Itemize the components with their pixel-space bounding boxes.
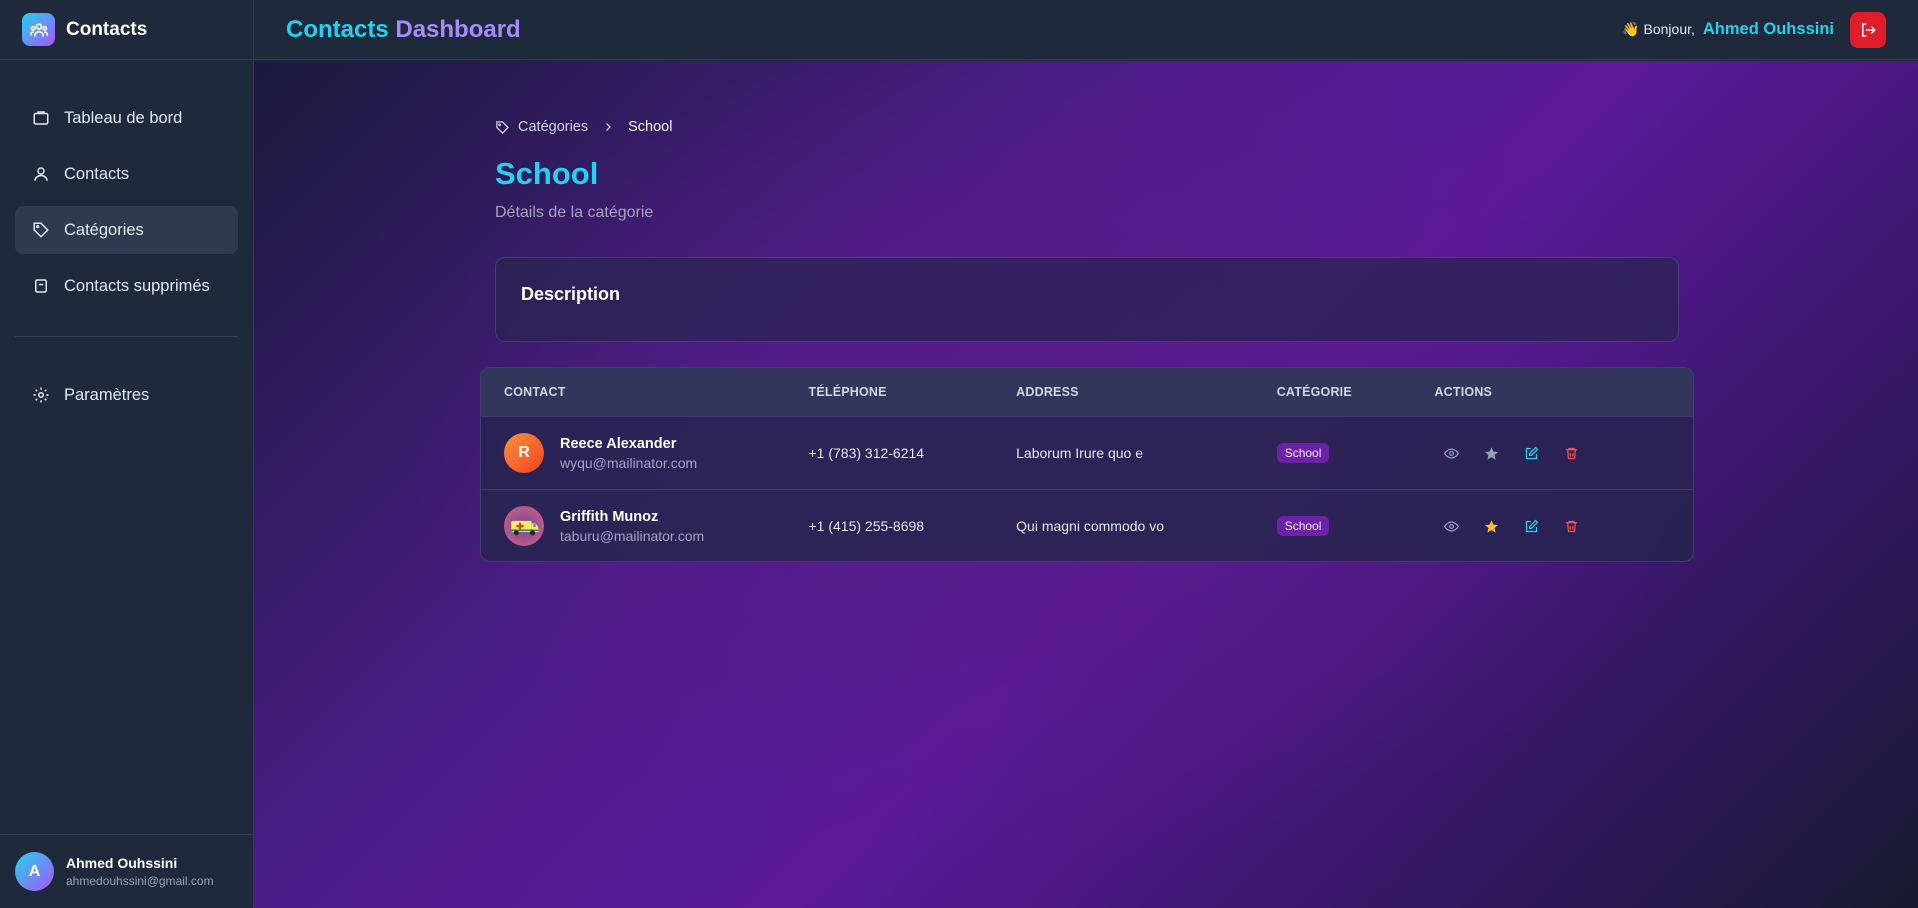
avatar	[504, 506, 544, 546]
main-content: Catégories School School Détails de la c…	[254, 61, 1918, 908]
greeting-text: 👋 Bonjour,	[1622, 21, 1695, 37]
avatar: A	[15, 852, 54, 891]
star-icon	[1484, 446, 1498, 460]
sidebar: Contacts Tableau de bord Contacts Catégo…	[0, 0, 254, 908]
trash-icon	[1565, 447, 1578, 459]
contact-phone: +1 (415) 255-8698	[808, 518, 925, 534]
contacts-logo-icon	[22, 13, 55, 46]
header-title-part2: Dashboard	[395, 15, 521, 43]
header-title-part1: Contacts	[286, 15, 389, 43]
table-header: CONTACT TÉLÉPHONE ADDRESS CATÉGORIE ACTI…	[481, 368, 1693, 416]
brand-name: Contacts	[66, 18, 148, 40]
column-header-category: CATÉGORIE	[1276, 385, 1352, 399]
favorite-button[interactable]	[1480, 515, 1502, 537]
contact-phone: +1 (783) 312-6214	[808, 445, 925, 461]
contact-name: Griffith Munoz	[560, 508, 659, 525]
gear-icon	[32, 386, 50, 404]
breadcrumb-parent-label: Catégories	[518, 119, 589, 135]
breadcrumb: Catégories School	[495, 119, 672, 135]
table-row: R Reece Alexander wyqu@mailinator.com +1…	[481, 416, 1693, 489]
ambulance-photo-icon	[511, 520, 539, 536]
tag-icon	[495, 120, 510, 135]
description-title: Description	[521, 284, 621, 304]
sidebar-item-contacts[interactable]: Contacts	[15, 150, 238, 198]
delete-button[interactable]	[1560, 515, 1582, 537]
favorite-button[interactable]	[1480, 442, 1502, 464]
dashboard-icon	[32, 109, 50, 127]
edit-icon	[1525, 446, 1539, 459]
column-header-contact: CONTACT	[504, 385, 566, 399]
sidebar-item-deleted-contacts[interactable]: Contacts supprimés	[15, 262, 238, 310]
breadcrumb-current: School	[628, 119, 673, 135]
column-header-actions: ACTIONS	[1434, 385, 1493, 399]
sidebar-item-settings[interactable]: Paramètres	[15, 371, 238, 419]
category-badge: School	[1276, 516, 1330, 536]
tag-icon	[32, 221, 50, 239]
category-badge: School	[1276, 443, 1330, 463]
sidebar-nav: Tableau de bord Contacts Catégories Cont…	[0, 60, 253, 419]
chevron-right-icon	[602, 121, 614, 133]
view-button[interactable]	[1440, 442, 1462, 464]
sidebar-item-label: Contacts supprimés	[64, 276, 210, 295]
sidebar-item-dashboard[interactable]: Tableau de bord	[15, 94, 238, 142]
avatar: R	[504, 433, 544, 473]
edit-icon	[1525, 519, 1539, 532]
sidebar-item-label: Tableau de bord	[64, 108, 183, 127]
breadcrumb-categories-link[interactable]: Catégories	[495, 119, 588, 135]
logout-icon	[1859, 21, 1877, 39]
edit-button[interactable]	[1520, 442, 1542, 464]
user-name: Ahmed Ouhssini	[66, 855, 178, 871]
sidebar-item-categories[interactable]: Catégories	[15, 206, 238, 254]
sidebar-item-label: Paramètres	[64, 385, 150, 404]
contact-address: Laborum Irure quo e	[1016, 445, 1143, 461]
view-button[interactable]	[1440, 515, 1462, 537]
sidebar-item-label: Contacts	[64, 164, 130, 183]
description-card: Description	[495, 257, 1679, 342]
page-title: School	[495, 156, 599, 191]
archive-icon	[32, 277, 50, 295]
user-icon	[32, 165, 50, 183]
eye-icon	[1443, 520, 1459, 532]
contacts-table: CONTACT TÉLÉPHONE ADDRESS CATÉGORIE ACTI…	[480, 367, 1694, 562]
delete-button[interactable]	[1560, 442, 1582, 464]
nav-divider	[15, 336, 238, 337]
user-card[interactable]: A Ahmed Ouhssini ahmedouhssini@gmail.com	[0, 834, 253, 908]
star-icon	[1484, 519, 1498, 533]
edit-button[interactable]	[1520, 515, 1542, 537]
header-title: Contacts Dashboard	[286, 16, 521, 44]
contact-email: taburu@mailinator.com	[560, 527, 705, 544]
page-subtitle: Détails de la catégorie	[495, 204, 654, 221]
contact-address: Qui magni commodo vo	[1016, 518, 1164, 534]
brand[interactable]: Contacts	[0, 0, 253, 60]
table-row: Griffith Munoz taburu@mailinator.com +1 …	[481, 489, 1693, 561]
user-email: ahmedouhssini@gmail.com	[66, 874, 214, 888]
sidebar-item-label: Catégories	[64, 220, 144, 239]
contact-name: Reece Alexander	[560, 435, 677, 452]
greeting-user-name: Ahmed Ouhssini	[1702, 20, 1834, 38]
column-header-phone: TÉLÉPHONE	[808, 385, 887, 399]
logout-button[interactable]	[1850, 11, 1886, 48]
column-header-address: ADDRESS	[1016, 385, 1079, 399]
trash-icon	[1565, 520, 1578, 532]
top-header: Contacts Dashboard 👋 Bonjour, Ahmed Ouhs…	[254, 0, 1918, 60]
contact-email: wyqu@mailinator.com	[560, 454, 698, 471]
eye-icon	[1443, 447, 1459, 459]
